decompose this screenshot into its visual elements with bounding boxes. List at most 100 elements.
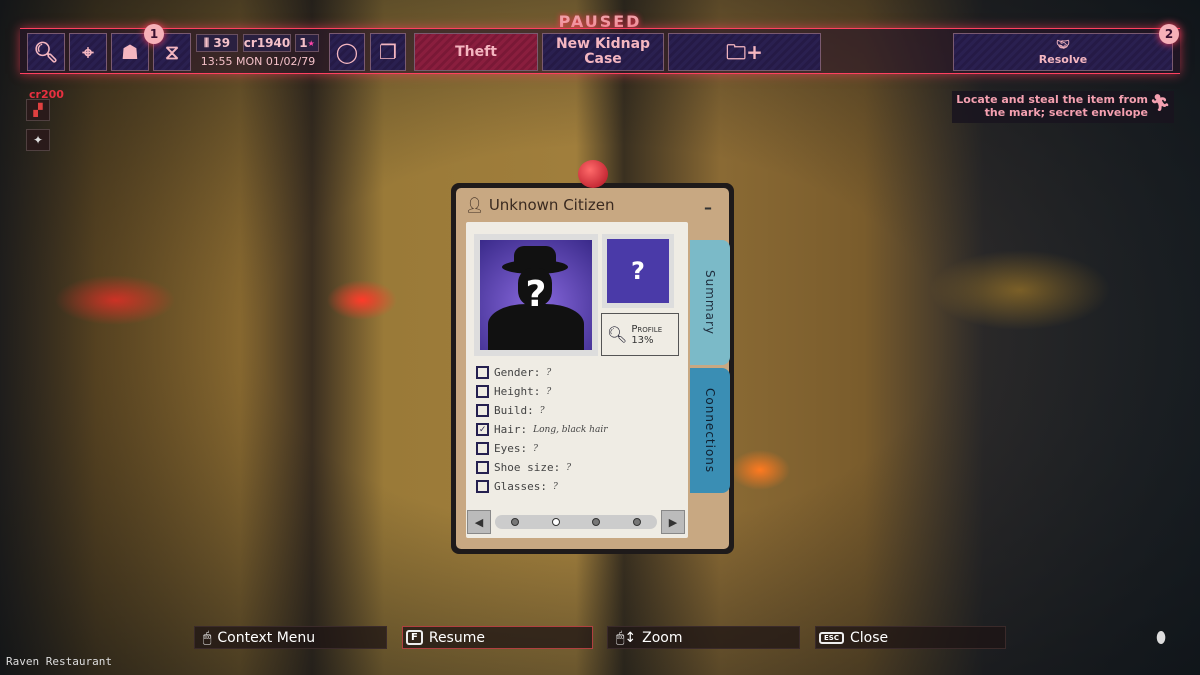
ammo-counter: ⦀ 39 [196, 34, 238, 52]
fingerprint-slot[interactable]: ? [602, 234, 674, 308]
attribute-label: Build: [494, 404, 534, 417]
next-page-button[interactable]: ▶ [661, 510, 685, 534]
map-button[interactable]: ⌖ [69, 33, 107, 71]
money-counter: cr1940 [243, 34, 291, 52]
hint-label: Zoom [642, 629, 683, 646]
citizen-portrait[interactable]: ? [474, 234, 598, 356]
attribute-value: ? [566, 462, 572, 473]
attribute-label: Hair: [494, 423, 528, 436]
star-count: 1 [299, 36, 308, 50]
footprint-icon: ⬮ [1156, 628, 1167, 647]
attribute-value: ? [546, 367, 552, 378]
hint-close[interactable]: ESC Close [815, 626, 1006, 649]
resolve-label: Resolve [1038, 53, 1088, 66]
f-key-icon: F [406, 630, 423, 645]
hint-label: Context Menu [217, 629, 316, 646]
attribute-row: ✓ Hair: Long, black hair [476, 420, 608, 439]
handshake-icon: 🤝︎ [1056, 38, 1070, 51]
star-icon: ★ [307, 38, 315, 48]
attribute-checkbox[interactable] [476, 480, 489, 493]
bricks-button[interactable]: ▞ [26, 99, 50, 121]
mouse-scroll-icon: 🖱︎↕ [616, 629, 637, 646]
minimize-button[interactable]: – [704, 198, 712, 217]
sticky-note-icon: ❐ [379, 39, 397, 64]
hint-resume[interactable]: F Resume [402, 626, 593, 649]
page-dot[interactable] [511, 518, 520, 526]
attribute-value: ? [546, 386, 552, 397]
new-case-folder-button[interactable]: 🗀+ [668, 33, 821, 71]
map-pin-icon: ⌖ [82, 39, 94, 64]
attribute-value: Long, black hair [533, 424, 608, 435]
tab-connections[interactable]: Connections [690, 368, 730, 493]
notification-badge: 2 [1159, 24, 1179, 44]
notes-button[interactable]: ❐ [370, 33, 406, 71]
card-title-text: Unknown Citizen [488, 196, 615, 214]
fingerprint-icon: ? [607, 239, 669, 303]
attribute-label: Glasses: [494, 480, 547, 493]
attribute-checkbox[interactable] [476, 461, 489, 474]
card-pager: ◀ ▶ [467, 510, 685, 534]
page-dot[interactable] [592, 518, 601, 526]
tab-theft[interactable]: Theft [414, 33, 538, 71]
attribute-row: Gender:? [476, 363, 608, 382]
page-dots [495, 515, 657, 529]
notification-badge: 1 [144, 24, 164, 44]
unknown-mark: ? [525, 274, 547, 315]
location-label: Raven Restaurant [6, 655, 112, 668]
mouse-icon: 🖱︎ [203, 629, 212, 646]
hint-zoom[interactable]: 🖱︎↕ Zoom [607, 626, 800, 649]
card-title: 👤︎ Unknown Citizen [465, 196, 615, 214]
attribute-row: Shoe size:? [476, 458, 608, 477]
dna-icon: ⧖ [164, 39, 180, 64]
attribute-checkbox[interactable] [476, 442, 489, 455]
star-rating: 1 ★ [295, 34, 319, 52]
attribute-checkbox[interactable] [476, 366, 489, 379]
profile-progress[interactable]: 🔍︎ Profile 13% [601, 313, 679, 356]
magnifier-icon: 🔍︎ [33, 39, 59, 64]
attribute-row: Glasses:? [476, 477, 608, 496]
magnifier-icon: 🔍︎ [607, 325, 628, 344]
tab-summary[interactable]: Summary [690, 240, 730, 365]
game-clock: 13:55 MON 01/02/79 [200, 55, 316, 68]
prev-page-button[interactable]: ◀ [467, 510, 491, 534]
bullets-icon: ⦀ [203, 35, 214, 50]
profile-label: Profile [631, 323, 663, 335]
objective-text: Locate and steal the item from the mark;… [956, 93, 1148, 119]
hat-crown [514, 246, 556, 270]
attribute-row: Build:? [476, 401, 608, 420]
hint-label: Resume [428, 629, 485, 646]
attribute-label: Height: [494, 385, 541, 398]
thief-icon: 🏃︎ [1149, 93, 1170, 112]
page-dot[interactable] [551, 518, 560, 526]
hint-context-menu[interactable]: 🖱︎ Context Menu [194, 626, 387, 649]
attribute-value: ? [539, 405, 545, 416]
attribute-checkbox[interactable]: ✓ [476, 423, 489, 436]
page-dot[interactable] [632, 518, 641, 526]
attribute-row: Eyes:? [476, 439, 608, 458]
attribute-checkbox[interactable] [476, 404, 489, 417]
attribute-checkbox[interactable] [476, 385, 489, 398]
ammo-value: 39 [213, 36, 231, 50]
spy-button[interactable]: ☗ [111, 33, 149, 71]
pushpin-icon [578, 160, 608, 188]
attribute-value: ? [552, 481, 558, 492]
objective-box: Locate and steal the item from the mark;… [952, 91, 1174, 123]
attribute-row: Height:? [476, 382, 608, 401]
attribute-value: ? [533, 443, 538, 454]
spy-hat-icon: ☗ [121, 39, 139, 64]
attribute-label: Shoe size: [494, 461, 561, 474]
profile-percent: 13% [631, 334, 654, 346]
circle-icon: ◯ [335, 39, 359, 64]
resolve-button[interactable]: 🤝︎ Resolve [953, 33, 1173, 71]
attribute-label: Gender: [494, 366, 541, 379]
tab-new-kidnap-case[interactable]: New Kidnap Case [542, 33, 664, 71]
esc-key-icon: ESC [819, 631, 844, 644]
circle-button[interactable]: ◯ [329, 33, 365, 71]
sneak-button[interactable]: ✦ [26, 129, 50, 151]
folder-plus-icon: 🗀+ [726, 39, 763, 64]
search-button[interactable]: 🔍︎ [27, 33, 65, 71]
sneak-icon: ✦ [32, 133, 44, 147]
attribute-label: Eyes: [494, 442, 528, 455]
person-icon: 👤︎ [465, 196, 489, 214]
hint-label: Close [849, 629, 889, 646]
